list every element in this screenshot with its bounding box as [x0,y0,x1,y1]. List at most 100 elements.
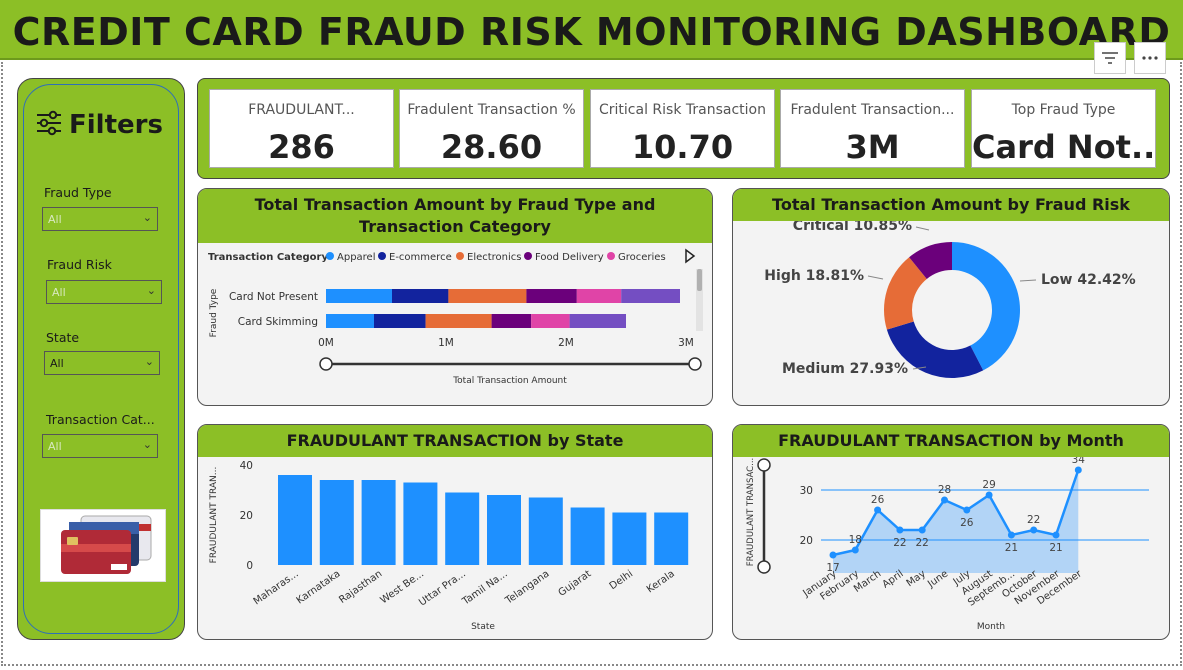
y-tick-label: 20 [800,535,813,547]
kpi-value: Card Not.. [972,128,1155,166]
state-value: All [50,357,64,370]
chart-title: FRAUDULANT TRANSACTION by Month [733,425,1169,457]
data-point [985,491,993,499]
bar [570,507,605,565]
data-label: 28 [938,484,951,496]
data-point [896,526,904,534]
bar-segment [491,314,532,328]
data-label: 22 [893,537,906,549]
data-point [1030,526,1038,534]
x-tick-label: 3M [678,337,694,349]
y-axis-title: FRAUDULANT TRAN... [209,467,219,564]
month-area-chart[interactable]: FRAUDULANT TRANSAC... 203017182622 2228262… [733,457,1170,640]
transaction-category-value: All [48,440,62,453]
kpi-title: Critical Risk Transaction [599,102,766,118]
data-label: High 18.81% [764,268,864,284]
bar [278,475,312,565]
data-point [1007,531,1015,539]
leader-line [867,275,884,280]
range-slider-handle [319,357,333,371]
x-tick-label: Gujarat [557,568,594,598]
kpi-card[interactable]: Critical Risk Transaction 10.70 [590,89,775,168]
data-label: 22 [1027,514,1040,526]
y-axis-title: FRAUDULANT TRANSAC... [746,458,756,566]
data-label: Low 42.42% [1041,272,1136,288]
stacked-bar-chart[interactable]: Transaction Category Apparel E-commerce Ele… [198,243,713,406]
title-bar: CREDIT CARD FRAUD RISK MONITORING DASHBO… [0,0,1183,60]
page-title: CREDIT CARD FRAUD RISK MONITORING DASHBO… [12,10,1171,54]
legend-marker [524,252,532,260]
kpi-card[interactable]: Top Fraud Type Card Not.. [971,89,1156,168]
data-label: Critical 10.85% [793,221,912,234]
data-label: 22 [916,537,929,549]
transaction-category-dropdown[interactable]: All ⌄ [42,434,158,458]
kpi-title: Fradulent Transaction... [790,102,955,118]
x-tick-label: Tamil Na... [460,568,510,608]
bar [487,495,521,565]
state-bar-chart-panel: FRAUDULANT TRANSACTION by State FRAUDULA… [197,424,713,640]
bar [612,512,647,565]
y-tick-label: 30 [800,485,813,497]
kpi-card[interactable]: FRAUDULANT... 286 [209,89,394,168]
y-axis-title: Fraud Type [209,288,219,337]
x-tick-label: Karnataka [295,568,343,606]
legend-label: Apparel [337,252,376,263]
x-axis-title: Month [977,622,1005,632]
legend-label: E-commerce [389,252,452,263]
fraud-type-value: All [48,213,62,226]
x-axis-title: Total Transaction Amount [452,376,567,386]
bar-segment [526,289,577,303]
donut-chart[interactable]: Low 42.42% Medium 27.93% High 18.81% Critic… [733,221,1170,406]
bar-segment [448,289,527,303]
data-point [1074,466,1082,474]
bar-segment [531,314,570,328]
state-bar-chart[interactable]: FRAUDULANT TRAN... 0 20 40 Maharas...Karnata… [198,457,713,640]
range-slider-handle [757,458,771,472]
legend-marker [378,252,386,260]
credit-card-image [40,509,166,582]
chevron-down-icon: ⌄ [146,284,156,297]
kpi-title: FRAUDULANT... [248,102,355,118]
bar [445,492,480,565]
data-point [1052,531,1060,539]
data-label: 18 [849,534,862,546]
bar-segment [425,314,492,328]
bar-segment [576,289,622,303]
data-label: 26 [960,517,974,529]
fraud-type-dropdown[interactable]: All ⌄ [42,207,158,231]
legend-marker [326,252,334,260]
data-label: 21 [1049,542,1062,554]
kpi-card[interactable]: Fradulent Transaction % 28.60 [399,89,584,168]
y-tick-label: 0 [246,560,253,572]
bar-segment [374,314,426,328]
x-axis-title: State [471,622,495,632]
bar-segment [326,289,392,303]
fraud-type-category-chart-panel: Total Transaction Amount by Fraud Type a… [197,188,713,406]
data-point [829,551,837,559]
state-dropdown[interactable]: All ⌄ [44,351,160,375]
chart-title: FRAUDULANT TRANSACTION by State [198,425,712,457]
legend-next-icon [685,248,696,264]
bar [528,497,563,565]
filters-header: Filters [35,109,163,141]
range-slider-handle [688,357,702,371]
data-label: 21 [1005,542,1018,554]
leader-line [915,226,930,231]
chart-title: Total Transaction Amount by Fraud Risk [733,189,1169,221]
kpi-value: 3M [845,128,900,166]
chevron-down-icon: ⌄ [142,211,152,224]
x-tick-label: 0M [318,337,334,349]
legend-marker [607,252,615,260]
kpi-card[interactable]: Fradulent Transaction... 3M [780,89,965,168]
y-tick-label: 20 [240,510,253,522]
data-label: 34 [1072,457,1086,466]
category-label: Card Skimming [238,316,318,328]
fraud-risk-dropdown[interactable]: All ⌄ [46,280,162,304]
x-tick-label: Maharas... [252,568,301,607]
fraud-risk-donut-panel: Total Transaction Amount by Fraud Risk L… [732,188,1170,406]
data-point [851,546,859,554]
data-point [874,506,882,514]
x-tick-label: Rajasthan [337,568,384,606]
legend-label: Groceries [618,252,666,263]
bar-segment [326,314,374,328]
